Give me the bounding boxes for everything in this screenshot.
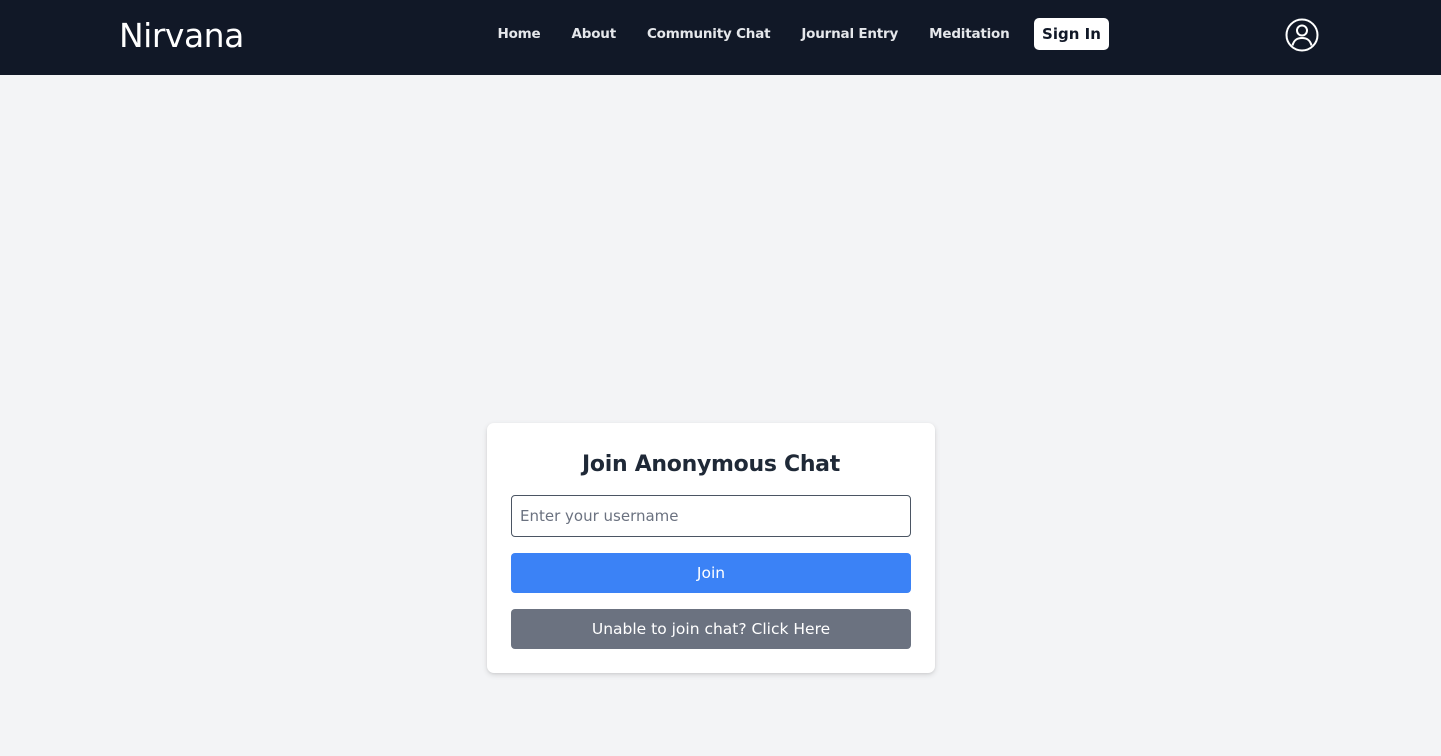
nav-link-home[interactable]: Home bbox=[482, 18, 556, 50]
nav-link-journal-entry[interactable]: Journal Entry bbox=[786, 18, 914, 50]
navbar: Nirvana Home About Community Chat Journa… bbox=[0, 0, 1441, 75]
nav-link-about[interactable]: About bbox=[556, 18, 631, 50]
user-circle-icon[interactable] bbox=[1285, 18, 1319, 52]
nav-links: Home About Community Chat Journal Entry … bbox=[482, 18, 1109, 50]
help-button[interactable]: Unable to join chat? Click Here bbox=[511, 609, 911, 649]
username-input[interactable] bbox=[511, 495, 911, 537]
join-button[interactable]: Join bbox=[511, 553, 911, 593]
nav-link-community-chat[interactable]: Community Chat bbox=[631, 18, 785, 50]
sign-in-button[interactable]: Sign In bbox=[1034, 18, 1109, 50]
nav-link-meditation[interactable]: Meditation bbox=[914, 18, 1025, 50]
brand-logo[interactable]: Nirvana bbox=[119, 14, 244, 58]
card-title: Join Anonymous Chat bbox=[582, 452, 840, 477]
join-chat-card: Join Anonymous Chat Join Unable to join … bbox=[487, 423, 935, 673]
